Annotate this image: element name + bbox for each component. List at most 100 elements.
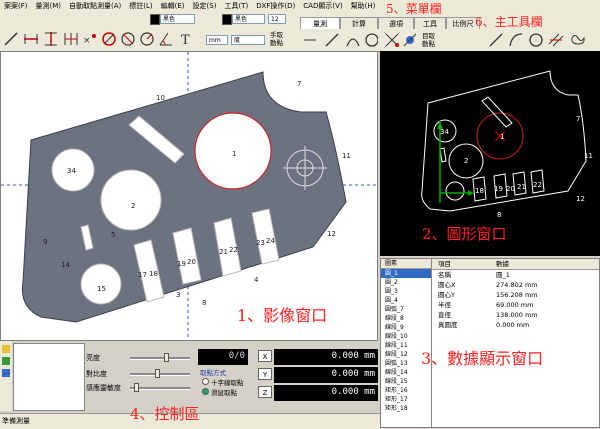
- intersect-tool-icon[interactable]: [382, 30, 402, 50]
- entity-list-item[interactable]: 圓_4: [381, 296, 431, 305]
- menu-item-5[interactable]: 設定(S): [189, 0, 221, 13]
- angle-unit-combo[interactable]: 度: [231, 35, 265, 45]
- pick-mode-mouse-label: 滑鼠取點: [211, 389, 237, 397]
- color-combo-2[interactable]: 黑色: [232, 14, 265, 24]
- pick-mode-mouse[interactable]: 滑鼠取點: [202, 387, 237, 397]
- line-tool-2-icon[interactable]: [486, 30, 506, 50]
- property-row: 直徑 138.000 mm: [432, 310, 599, 320]
- text-tool-icon[interactable]: T: [176, 29, 196, 49]
- menu-item-6[interactable]: 工具(T): [220, 0, 252, 13]
- angle-tool-icon[interactable]: [156, 29, 176, 49]
- menu-item-0[interactable]: 案案(F): [0, 0, 32, 13]
- entity-list-item[interactable]: 矩形_17: [381, 395, 431, 404]
- property-value: 69.000 mm: [496, 301, 534, 309]
- sensitivity-label: 感應靈敏度: [86, 384, 121, 392]
- entity-list-item[interactable]: 矩形_16: [381, 386, 431, 395]
- camera-icon[interactable]: [2, 357, 10, 365]
- entity-list-item[interactable]: 線段_8: [381, 314, 431, 323]
- sensitivity-slider-thumb[interactable]: [134, 383, 140, 392]
- entity-list-item[interactable]: 矩形_18: [381, 404, 431, 413]
- menu-item-4[interactable]: 編輯(E): [157, 0, 189, 13]
- horizontal-dim-tool-icon[interactable]: [21, 29, 41, 49]
- label-12: 12: [327, 230, 336, 238]
- entity-list[interactable]: 圖素 圓_1 圓_2 圓_3 圓_4 圓弧_7 線段_8 線段_9 線段_10 線段_11 線段_…: [381, 259, 432, 427]
- vertical-dim-tool-icon[interactable]: [41, 29, 61, 49]
- menu-item-1[interactable]: 量測(M): [32, 0, 66, 13]
- line-tool-icon[interactable]: [322, 30, 342, 50]
- entity-list-item[interactable]: 線段_15: [381, 377, 431, 386]
- radius-tool-icon[interactable]: [137, 29, 157, 49]
- line-width-combo[interactable]: 12: [268, 14, 286, 24]
- property-row: 半徑 69.000 mm: [432, 300, 599, 310]
- property-value: 0.000 mm: [496, 321, 530, 329]
- folder-icon[interactable]: [2, 345, 10, 353]
- label-23: 23: [256, 239, 265, 247]
- target-tool-icon[interactable]: [400, 30, 420, 50]
- counter-readout: 0/0: [198, 349, 248, 365]
- entity-list-item[interactable]: 線段_9: [381, 323, 431, 332]
- radio-crosshair-icon[interactable]: [202, 378, 209, 385]
- auto-pick-button[interactable]: 目取 動點: [422, 32, 435, 48]
- menu-item-8[interactable]: CAD顯示(V): [299, 0, 346, 13]
- tab-options[interactable]: 選項: [378, 17, 414, 29]
- pick-mode-crosshair[interactable]: 十字線取點: [202, 377, 244, 387]
- label-34: 34: [67, 167, 76, 175]
- slant-line-tool-icon[interactable]: [1, 29, 21, 49]
- brightness-slider-thumb[interactable]: [164, 353, 170, 362]
- tab-measure[interactable]: 量測: [300, 17, 340, 29]
- manual-pick-button[interactable]: 手取 動點: [270, 31, 283, 47]
- main-toolbar: × T 黑色 黑色 12 mm 度 手取 動點 量測 計算: [0, 13, 379, 52]
- tab-calc[interactable]: 計算: [340, 17, 378, 29]
- color-swatch-2[interactable]: [222, 14, 232, 25]
- menu-item-3[interactable]: 標註(L): [125, 0, 156, 13]
- property-header-value: 數據: [496, 260, 509, 268]
- unit-combo[interactable]: mm: [206, 35, 228, 45]
- label-21: 21: [219, 248, 228, 256]
- entity-list-item[interactable]: 圓_3: [381, 287, 431, 296]
- control-side-icons: [0, 341, 12, 411]
- arc-tool-icon[interactable]: [343, 30, 363, 50]
- ring-tool-icon[interactable]: [99, 29, 119, 49]
- entity-list-item[interactable]: 線段_14: [381, 368, 431, 377]
- parallel-tool-icon[interactable]: [546, 30, 566, 50]
- z-axis-button[interactable]: Z: [258, 386, 272, 398]
- menu-item-7[interactable]: DXF操作(D): [252, 0, 299, 13]
- data-window: 圖素 圓_1 圓_2 圓_3 圓_4 圓弧_7 線段_8 線段_9 線段_10 線段_11 線段_…: [380, 258, 600, 428]
- entity-list-item[interactable]: 圓_2: [381, 278, 431, 287]
- contrast-slider-thumb[interactable]: [154, 369, 160, 378]
- property-key: 半徑: [438, 301, 451, 309]
- select-tool-icon[interactable]: [300, 30, 320, 50]
- gfx-label-2: 2: [464, 157, 468, 165]
- menu-item-2[interactable]: 自動取點測量(A): [65, 0, 125, 13]
- curve-tool-icon[interactable]: [568, 30, 588, 50]
- entity-list-item[interactable]: 線段_10: [381, 332, 431, 341]
- multi-dim-tool-icon[interactable]: [61, 29, 81, 49]
- entity-list-item[interactable]: 圓弧_7: [381, 305, 431, 314]
- entity-list-item[interactable]: 圓_1: [381, 269, 431, 278]
- arc-tool-2-icon[interactable]: [506, 30, 526, 50]
- menu-item-9[interactable]: 幫助(H): [347, 0, 380, 13]
- label-15: 15: [97, 285, 106, 293]
- gfx-label-11: 11: [584, 152, 593, 160]
- tab-tools[interactable]: 工具: [414, 17, 446, 29]
- label-7: 7: [297, 80, 301, 88]
- y-axis-button[interactable]: Y: [258, 368, 272, 380]
- graphics-window[interactable]: 34 2 1 7 11 12 8 18 19 20 21 22 2、圖形窗口: [380, 51, 600, 256]
- property-key: 圓心Y: [438, 291, 455, 299]
- circle-tool-2-icon[interactable]: [526, 30, 546, 50]
- brightness-slider-track[interactable]: [130, 357, 190, 360]
- contrast-slider-track[interactable]: [130, 373, 190, 376]
- x-axis-button[interactable]: X: [258, 350, 272, 362]
- radio-mouse-icon[interactable]: [202, 388, 209, 395]
- part-body: [21, 71, 347, 323]
- property-row: 名稱 圓_1: [432, 270, 599, 280]
- diameter-tool-icon[interactable]: [118, 29, 138, 49]
- save-icon[interactable]: [2, 369, 10, 377]
- label-8: 8: [202, 299, 206, 307]
- annot-graphics-window: 2、圖形窗口: [422, 225, 507, 243]
- point-tool-icon[interactable]: ×: [80, 29, 100, 49]
- gfx-label-1: 1: [500, 133, 504, 141]
- color-combo-1[interactable]: 黑色: [160, 14, 195, 24]
- color-swatch-1[interactable]: [150, 14, 160, 25]
- image-window[interactable]: 10 7 1 34 2 11 12 9 15 8 17 18 19 20 21 …: [0, 51, 378, 341]
